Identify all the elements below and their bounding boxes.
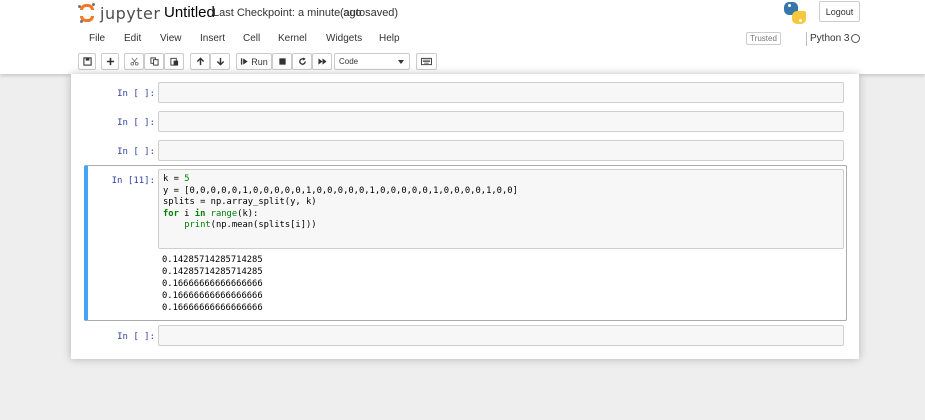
stop-icon — [278, 58, 286, 65]
output-line: 0.14285714285714285 — [162, 267, 263, 277]
code-line: k = 5 — [163, 174, 190, 184]
code-cell[interactable]: In [ ]: — [84, 109, 847, 133]
menu-cell[interactable]: Cell — [243, 33, 260, 44]
menu-view[interactable]: View — [160, 33, 182, 44]
copy-icon — [149, 57, 159, 66]
code-editor[interactable]: k = 5 y = [0,0,0,0,0,1,0,0,0,0,0,1,0,0,0… — [163, 174, 518, 232]
brand-text: jupyter — [100, 3, 161, 23]
code-line: splits = np.array_split(y, k) — [163, 197, 317, 207]
paste-button[interactable] — [164, 53, 184, 70]
menu-insert[interactable]: Insert — [200, 33, 225, 44]
arrow-up-icon — [196, 57, 204, 66]
code-number: 5 — [184, 174, 190, 184]
cell-prompt: In [ ]: — [117, 332, 155, 342]
arrow-down-icon — [216, 57, 224, 66]
builtin-print: print — [184, 220, 211, 230]
autosave-status: (autosaved) — [340, 7, 399, 19]
output-line: 0.14285714285714285 — [162, 255, 263, 265]
menu-edit[interactable]: Edit — [124, 33, 141, 44]
command-palette-button[interactable] — [416, 53, 437, 70]
copy-button[interactable] — [144, 53, 164, 70]
code-line: y = [0,0,0,0,0,1,0,0,0,0,0,1,0,0,0,0,0,1… — [163, 185, 518, 196]
trusted-badge[interactable]: Trusted — [746, 32, 781, 45]
run-label: Run — [251, 56, 268, 67]
move-up-button[interactable] — [190, 53, 210, 70]
step-forward-icon — [241, 58, 248, 65]
cell-input-area[interactable]: k = 5 y = [0,0,0,0,0,1,0,0,0,0,0,1,0,0,0… — [158, 169, 844, 249]
code-cell[interactable]: In [ ]: — [84, 323, 847, 347]
logout-button[interactable]: Logout — [819, 1, 860, 22]
kernel-name[interactable]: Python 3 — [810, 33, 849, 44]
cell-prompt: In [11]: — [111, 176, 155, 186]
output-line: 0.16666666666666666 — [162, 291, 263, 301]
keyword-in: in — [194, 208, 206, 219]
cell-input-area[interactable] — [158, 140, 844, 161]
jupyter-logo-icon — [78, 3, 95, 23]
code-cell[interactable]: In [ ]: — [84, 80, 847, 104]
code-line: for i in range(k): — [163, 208, 259, 219]
cell-prompt: In [ ]: — [117, 118, 155, 128]
output-line: 0.16666666666666666 — [162, 279, 263, 289]
kernel-idle-icon — [851, 34, 860, 43]
toolbar: Run Code — [78, 53, 868, 71]
cell-output: 0.14285714285714285 0.14285714285714285 … — [162, 254, 263, 314]
insert-cell-button[interactable] — [101, 53, 119, 70]
menu-widgets[interactable]: Widgets — [326, 33, 362, 44]
header: jupyter Untitled Last Checkpoint: a minu… — [0, 0, 925, 74]
code-cell-selected[interactable]: In [11]: k = 5 y = [0,0,0,0,0,1,0,0,0,0,… — [84, 165, 847, 321]
menu-file[interactable]: File — [89, 33, 105, 44]
cut-button[interactable] — [124, 53, 144, 70]
interrupt-button[interactable] — [272, 53, 292, 70]
header-bar: jupyter Untitled Last Checkpoint: a minu… — [0, 0, 925, 28]
menu-help[interactable]: Help — [379, 33, 400, 44]
menubar: File Edit View Insert Cell Kernel Widget… — [78, 29, 868, 49]
keyword-for: for — [163, 208, 179, 219]
paste-icon — [169, 57, 178, 66]
cell-input-area[interactable] — [158, 111, 844, 132]
save-icon — [82, 57, 92, 66]
code-cell[interactable]: In [ ]: — [84, 138, 847, 162]
jupyter-logo[interactable]: jupyter — [78, 3, 161, 23]
fast-forward-icon — [317, 58, 327, 65]
cell-input-area[interactable] — [158, 82, 844, 103]
keyboard-icon — [421, 57, 432, 66]
python-logo-icon — [784, 2, 806, 24]
refresh-icon — [298, 57, 306, 65]
run-button[interactable]: Run — [236, 53, 272, 70]
cell-prompt: In [ ]: — [117, 89, 155, 99]
restart-run-all-button[interactable] — [312, 53, 332, 70]
notebook-container: In [ ]: In [ ]: In [ ]: In [11]: k = 5 y… — [71, 74, 859, 359]
cell-input-area[interactable] — [158, 325, 844, 346]
caret-down-icon — [398, 60, 404, 64]
move-down-button[interactable] — [210, 53, 230, 70]
cell-type-value: Code — [339, 57, 359, 66]
cell-prompt: In [ ]: — [117, 147, 155, 157]
save-button[interactable] — [78, 53, 96, 70]
notebook-name[interactable]: Untitled — [164, 4, 215, 21]
code-line: print(np.mean(splits[i])) — [184, 220, 317, 230]
scissors-icon — [129, 57, 139, 66]
restart-button[interactable] — [292, 53, 312, 70]
builtin-range: range — [210, 208, 238, 219]
output-line: 0.16666666666666666 — [162, 303, 263, 313]
menu-kernel[interactable]: Kernel — [278, 33, 307, 44]
kernel-separator — [806, 32, 807, 46]
cell-type-select[interactable]: Code — [334, 53, 410, 70]
plus-icon — [106, 57, 114, 66]
